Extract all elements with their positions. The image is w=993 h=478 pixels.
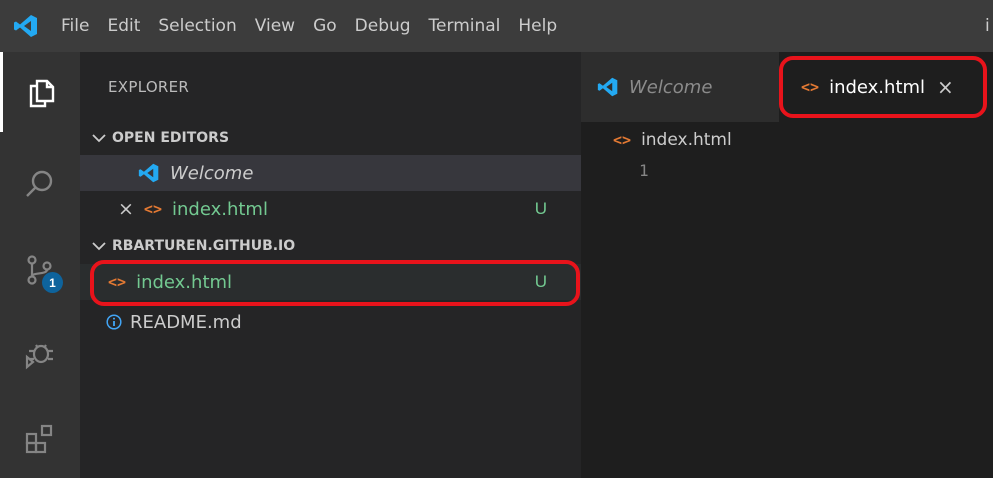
menu-view[interactable]: View [246,0,304,52]
line-number-gutter: 1 [639,158,649,184]
file-readme-label: README.md [130,311,242,333]
vscode-icon [138,162,160,184]
annotation-ring-file [90,260,580,306]
vscode-icon [597,76,619,98]
menu-debug[interactable]: Debug [346,0,420,52]
breadcrumb[interactable]: <> index.html [613,122,732,158]
tab-welcome-label: Welcome [629,76,713,98]
debug-icon[interactable] [0,314,80,394]
git-status-untracked: U [534,199,547,218]
explorer-icon[interactable] [0,52,80,132]
vscode-logo-icon [0,0,52,52]
file-readme[interactable]: README.md [80,304,581,340]
tab-welcome[interactable]: Welcome [581,52,779,122]
html-file-icon: <> [613,131,632,149]
window-title: i [985,16,990,36]
html-file-icon: <> [143,200,162,218]
source-control-badge: 1 [42,272,63,293]
open-editors-label: OPEN EDITORS [112,129,230,146]
open-editor-index-html[interactable]: × <> index.html U [80,191,581,227]
search-icon[interactable] [0,144,80,224]
breadcrumb-label: index.html [641,130,732,150]
open-editor-index-label: index.html [171,198,268,220]
extensions-icon[interactable] [0,398,80,478]
info-icon [106,314,122,330]
menu-go[interactable]: Go [304,0,346,52]
workspace-folder-label: RBARTUREN.GITHUB.IO [112,237,296,254]
open-editor-welcome-label: Welcome [170,162,254,184]
menu-help[interactable]: Help [509,0,566,52]
close-icon[interactable]: × [118,198,134,220]
menu-terminal[interactable]: Terminal [420,0,510,52]
menu-file[interactable]: File [52,0,98,52]
menu-selection[interactable]: Selection [149,0,245,52]
source-control-icon[interactable]: 1 [0,230,80,310]
workspace-folder-header[interactable]: RBARTUREN.GITHUB.IO [80,230,581,261]
open-editor-welcome[interactable]: Welcome [80,155,581,191]
chevron-down-icon [92,241,106,250]
menu-bar: File Edit Selection View Go Debug Termin… [0,0,993,52]
chevron-down-icon [92,133,106,142]
menu-edit[interactable]: Edit [98,0,149,52]
line-number: 1 [639,161,649,180]
open-editors-header[interactable]: OPEN EDITORS [80,122,581,153]
activity-bar: 1 [0,52,80,478]
sidebar-title: EXPLORER [108,78,190,96]
annotation-ring-tab [779,56,987,118]
